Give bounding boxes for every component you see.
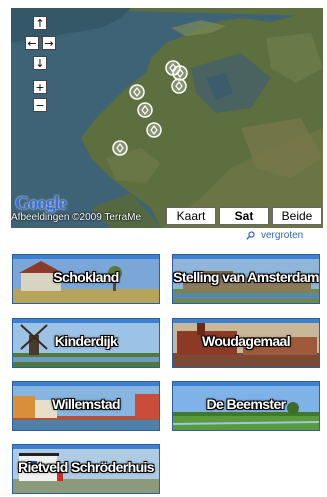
tile-label: Kinderdijk (54, 333, 118, 349)
tile-label: De Beemster (206, 396, 287, 412)
tile-accent-bar (13, 445, 159, 449)
tile-label: Woudagemaal (201, 333, 291, 349)
zoom-in-button[interactable]: + (33, 80, 47, 94)
pan-left-button[interactable]: ← (25, 36, 39, 50)
map-type-beide-button[interactable]: Beide (272, 207, 322, 225)
tile-willemstad[interactable]: Willemstad (12, 381, 160, 431)
tile-accent-bar (173, 382, 319, 386)
google-map[interactable]: ↑ ← → ↓ + − Google Afbeeldingen ©2009 Te… (11, 8, 323, 228)
enlarge-map-link[interactable]: vergroten (246, 230, 303, 241)
tile-rietveld-schroderhuis[interactable]: Rietveld Schröderhuis (12, 444, 160, 494)
location-marker-icon[interactable] (137, 102, 153, 118)
tile-kinderdijk[interactable]: Kinderdijk (12, 318, 160, 368)
tile-label: Rietveld Schröderhuis (18, 459, 155, 475)
tile-schokland[interactable]: Schokland (12, 254, 160, 304)
tile-accent-bar (173, 255, 319, 259)
tile-label: Schokland (53, 269, 119, 285)
magnifier-icon (246, 231, 255, 240)
tile-accent-bar (13, 319, 159, 323)
location-marker-icon[interactable] (112, 140, 128, 156)
tile-label: Stelling van Amsterdam (173, 269, 319, 285)
tile-stelling-van-amsterdam[interactable]: Stelling van Amsterdam (172, 254, 320, 304)
tile-label: Willemstad (52, 396, 120, 412)
map-type-kaart-button[interactable]: Kaart (166, 207, 216, 225)
pan-up-button[interactable]: ↑ (33, 16, 47, 30)
arrow-left-icon: ← (27, 36, 37, 50)
zoom-out-button[interactable]: − (33, 98, 47, 112)
tile-accent-bar (13, 382, 159, 386)
location-marker-icon[interactable] (146, 122, 162, 138)
map-type-sat-button[interactable]: Sat (219, 207, 269, 225)
enlarge-label: vergroten (261, 230, 304, 241)
tile-accent-bar (13, 255, 159, 259)
tile-accent-bar (173, 319, 319, 323)
map-copyright: Afbeeldingen ©2009 TerraMe (11, 212, 142, 223)
tile-de-beemster[interactable]: De Beemster (172, 381, 320, 431)
tile-woudagemaal[interactable]: Woudagemaal (172, 318, 320, 368)
pan-right-button[interactable]: → (42, 36, 56, 50)
location-marker-icon[interactable] (129, 84, 145, 100)
location-marker-icon[interactable] (172, 65, 188, 81)
arrow-up-icon: ↑ (35, 16, 45, 30)
arrow-right-icon: → (44, 36, 54, 50)
zoom-out-icon: − (35, 98, 45, 112)
zoom-in-icon: + (35, 80, 45, 94)
pan-down-button[interactable]: ↓ (33, 56, 47, 70)
arrow-down-icon: ↓ (35, 56, 45, 70)
